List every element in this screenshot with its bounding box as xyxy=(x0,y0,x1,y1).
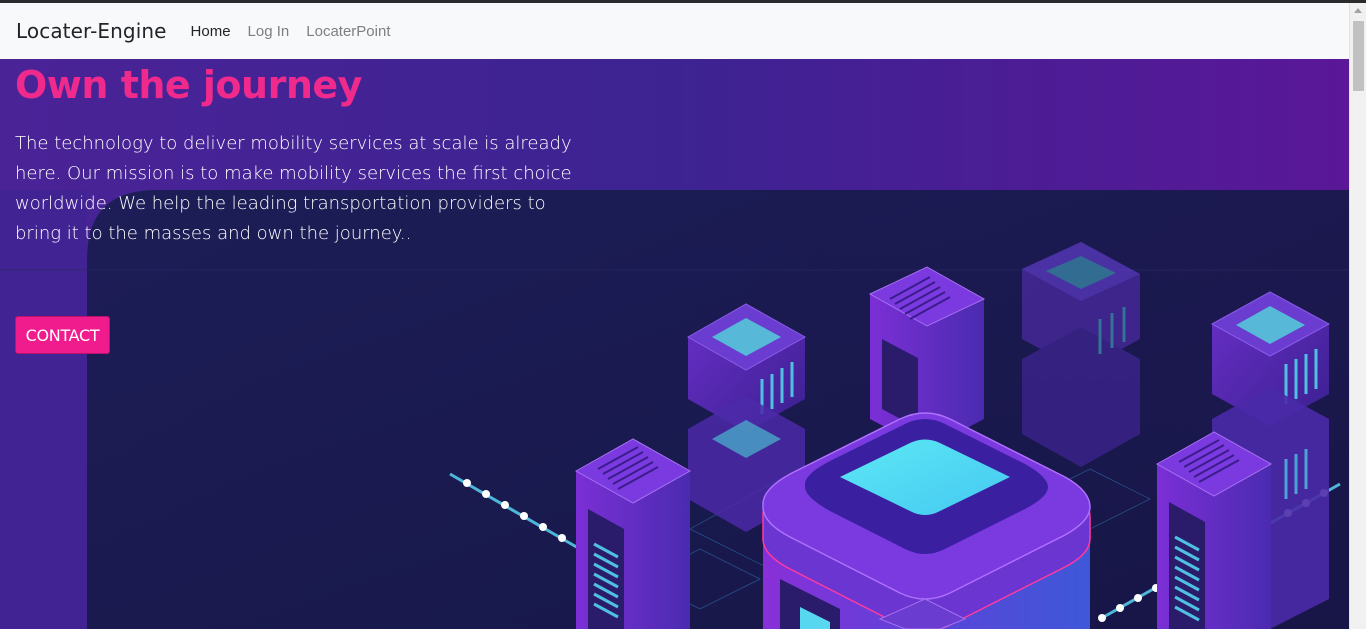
contact-button[interactable]: CONTACT xyxy=(15,316,110,354)
hero-section: Own the journey The technology to delive… xyxy=(0,59,1349,629)
navbar: Locater-Engine Home Log In LocaterPoint xyxy=(0,3,1349,59)
nav-links: Home Log In LocaterPoint xyxy=(191,23,391,40)
brand-link[interactable]: Locater-Engine xyxy=(16,19,167,43)
scrollbar-thumb[interactable] xyxy=(1353,21,1364,91)
nav-link-locaterpoint[interactable]: LocaterPoint xyxy=(306,23,390,40)
vertical-scrollbar[interactable] xyxy=(1349,3,1366,629)
hero-title: Own the journey xyxy=(15,63,362,107)
nav-link-login[interactable]: Log In xyxy=(248,23,290,40)
nav-link-home[interactable]: Home xyxy=(191,23,231,40)
hero-description: The technology to deliver mobility servi… xyxy=(15,133,572,244)
scroll-up-arrow-icon[interactable] xyxy=(1354,8,1362,13)
